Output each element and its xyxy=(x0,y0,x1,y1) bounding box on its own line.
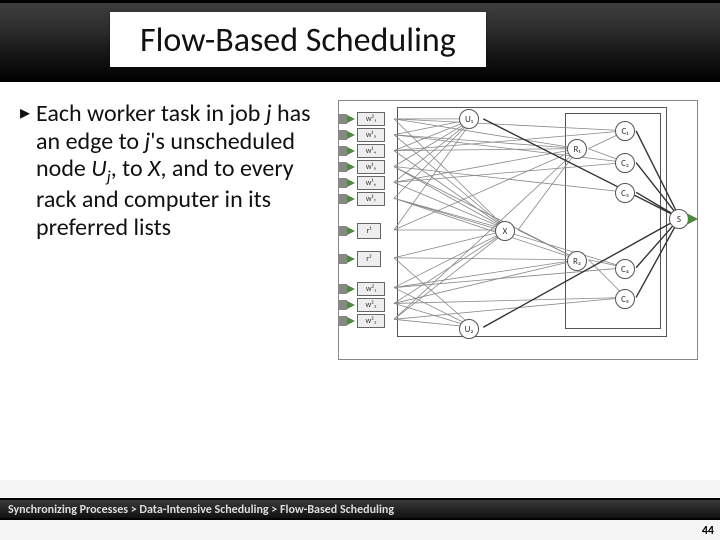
bullet-list: ▸ Each worker task in job j has an edge … xyxy=(20,100,330,480)
computer-node: C₁ xyxy=(615,121,635,141)
w-node: w²₃ xyxy=(357,314,385,328)
computer-node: C₂ xyxy=(615,153,635,173)
w-node: w¹₄ xyxy=(357,144,385,158)
w-node: w¹₅ xyxy=(357,160,385,174)
w-node: w²₂ xyxy=(357,298,385,312)
rack-node: R₂ xyxy=(567,251,587,271)
breadcrumb: Synchronizing Processes > Data-Intensive… xyxy=(0,498,720,520)
computer-node: C₅ xyxy=(615,289,635,309)
computer-node: C₄ xyxy=(615,259,635,279)
computer-node: C₃ xyxy=(615,183,635,203)
w-node: w¹₆ xyxy=(357,176,385,190)
x-node: X xyxy=(495,221,515,241)
sink-node: S xyxy=(669,209,689,229)
bullet-marker: ▸ xyxy=(20,100,30,241)
page-number: 44 xyxy=(702,524,714,538)
edges-svg xyxy=(339,101,697,359)
w-node: w²₁ xyxy=(357,112,385,126)
r-node: r¹ xyxy=(357,223,381,239)
rack-node: R₁ xyxy=(567,139,587,159)
w-node: w¹₇ xyxy=(357,192,385,206)
u-node: U₂ xyxy=(459,319,479,339)
u-node: U₁ xyxy=(459,109,479,129)
slide-title: Flow-Based Scheduling xyxy=(110,12,486,67)
flow-diagram: w²₁ w¹₃ w¹₄ w¹₅ w¹₆ w¹₇ r¹ r² w²₁ w²₂ w²… xyxy=(338,100,698,360)
w-node: w²₁ xyxy=(357,282,385,296)
r-node: r² xyxy=(357,251,381,267)
bullet-text: Each worker task in job j has an edge to… xyxy=(36,100,330,241)
w-node: w¹₃ xyxy=(357,128,385,142)
